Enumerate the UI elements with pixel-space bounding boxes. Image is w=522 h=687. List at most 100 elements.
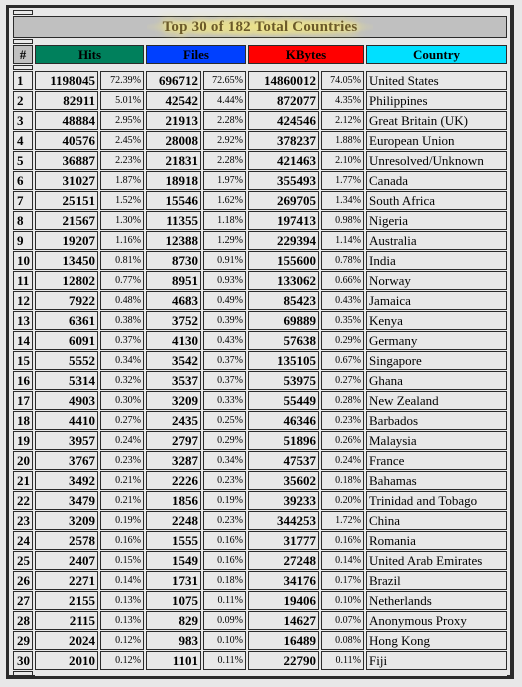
kbytes-value: 14627: [248, 611, 319, 630]
kbytes-percent: 0.26%: [321, 431, 364, 450]
kbytes-value: 85423: [248, 291, 319, 310]
files-percent: 0.49%: [203, 291, 246, 310]
kbytes-percent: 0.23%: [321, 411, 364, 430]
hits-value: 4903: [35, 391, 98, 410]
table-row: 10 13450 0.81% 8730 0.91% 155600 0.78% India: [13, 251, 507, 270]
files-value: 696712: [146, 71, 201, 90]
table-row: 14 6091 0.37% 4130 0.43% 57638 0.29% Germany: [13, 331, 507, 350]
kbytes-value: 46346: [248, 411, 319, 430]
hits-value: 6091: [35, 331, 98, 350]
spacer-row: [13, 671, 507, 676]
hits-value: 3957: [35, 431, 98, 450]
kbytes-percent: 0.17%: [321, 571, 364, 590]
country-name: Canada: [366, 171, 507, 190]
kbytes-value: 155600: [248, 251, 319, 270]
files-value: 1075: [146, 591, 201, 610]
spacer-row: [13, 39, 507, 44]
country-name: Bahamas: [366, 471, 507, 490]
table-title-row: Top 30 of 182 Total Countries: [13, 16, 507, 38]
kbytes-value: 31777: [248, 531, 319, 550]
row-number: 16: [13, 371, 33, 390]
row-number: 7: [13, 191, 33, 210]
hits-value: 5552: [35, 351, 98, 370]
hits-percent: 1.52%: [100, 191, 144, 210]
table-row: 5 36887 2.23% 21831 2.28% 421463 2.10% Unresolv…: [13, 151, 507, 170]
files-percent: 0.19%: [203, 491, 246, 510]
country-name: Hong Kong: [366, 631, 507, 650]
files-percent: 0.16%: [203, 531, 246, 550]
row-number: 3: [13, 111, 33, 130]
hits-value: 48884: [35, 111, 98, 130]
kbytes-percent: 0.66%: [321, 271, 364, 290]
hits-percent: 0.38%: [100, 311, 144, 330]
kbytes-value: 344253: [248, 511, 319, 530]
kbytes-value: 51896: [248, 431, 319, 450]
table-row: 7 25151 1.52% 15546 1.62% 269705 1.34% South Af…: [13, 191, 507, 210]
country-name: United States: [366, 71, 507, 90]
files-percent: 0.11%: [203, 591, 246, 610]
files-percent: 0.33%: [203, 391, 246, 410]
country-name: United Arab Emirates: [366, 551, 507, 570]
row-number: 18: [13, 411, 33, 430]
hits-percent: 0.15%: [100, 551, 144, 570]
files-value: 983: [146, 631, 201, 650]
kbytes-value: 53975: [248, 371, 319, 390]
hits-percent: 0.21%: [100, 491, 144, 510]
table-row: 18 4410 0.27% 2435 0.25% 46346 0.23% Barbados: [13, 411, 507, 430]
hits-value: 6361: [35, 311, 98, 330]
kbytes-percent: 0.29%: [321, 331, 364, 350]
hits-value: 4410: [35, 411, 98, 430]
files-percent: 0.91%: [203, 251, 246, 270]
country-name: Nigeria: [366, 211, 507, 230]
kbytes-value: 133062: [248, 271, 319, 290]
files-percent: 1.97%: [203, 171, 246, 190]
hits-percent: 1.30%: [100, 211, 144, 230]
spacer-cell: [13, 10, 33, 15]
table-row: 30 2010 0.12% 1101 0.11% 22790 0.11% Fiji: [13, 651, 507, 670]
hits-value: 5314: [35, 371, 98, 390]
files-value: 8730: [146, 251, 201, 270]
table-row: 4 40576 2.45% 28008 2.92% 378237 1.88% European…: [13, 131, 507, 150]
hits-value: 19207: [35, 231, 98, 250]
country-name: Netherlands: [366, 591, 507, 610]
row-number: 30: [13, 651, 33, 670]
hits-value: 3492: [35, 471, 98, 490]
header-country: Country: [366, 45, 507, 64]
row-number: 2: [13, 91, 33, 110]
kbytes-value: 14860012: [248, 71, 319, 90]
kbytes-value: 355493: [248, 171, 319, 190]
row-number: 17: [13, 391, 33, 410]
row-number: 12: [13, 291, 33, 310]
table-row: 22 3479 0.21% 1856 0.19% 39233 0.20% Trinidad a…: [13, 491, 507, 510]
files-percent: 0.34%: [203, 451, 246, 470]
files-value: 8951: [146, 271, 201, 290]
table-row: 8 21567 1.30% 11355 1.18% 197413 0.98% Nigeria: [13, 211, 507, 230]
files-percent: 0.93%: [203, 271, 246, 290]
country-name: China: [366, 511, 507, 530]
files-value: 2226: [146, 471, 201, 490]
country-name: Australia: [366, 231, 507, 250]
table-row: 24 2578 0.16% 1555 0.16% 31777 0.16% Romania: [13, 531, 507, 550]
header-hits: Hits: [35, 45, 144, 64]
kbytes-percent: 0.24%: [321, 451, 364, 470]
files-percent: 0.23%: [203, 471, 246, 490]
files-value: 42542: [146, 91, 201, 110]
kbytes-value: 22790: [248, 651, 319, 670]
country-name: Philippines: [366, 91, 507, 110]
hits-percent: 5.01%: [100, 91, 144, 110]
country-name: Malaysia: [366, 431, 507, 450]
country-name: Barbados: [366, 411, 507, 430]
files-percent: 0.11%: [203, 651, 246, 670]
kbytes-percent: 0.98%: [321, 211, 364, 230]
kbytes-percent: 1.34%: [321, 191, 364, 210]
country-name: Unresolved/Unknown: [366, 151, 507, 170]
files-value: 2797: [146, 431, 201, 450]
kbytes-value: 69889: [248, 311, 319, 330]
table-row: 6 31027 1.87% 18918 1.97% 355493 1.77% Canada: [13, 171, 507, 190]
files-value: 21831: [146, 151, 201, 170]
hits-value: 25151: [35, 191, 98, 210]
files-value: 1856: [146, 491, 201, 510]
table-row: 26 2271 0.14% 1731 0.18% 34176 0.17% Brazil: [13, 571, 507, 590]
files-value: 1555: [146, 531, 201, 550]
files-value: 12388: [146, 231, 201, 250]
